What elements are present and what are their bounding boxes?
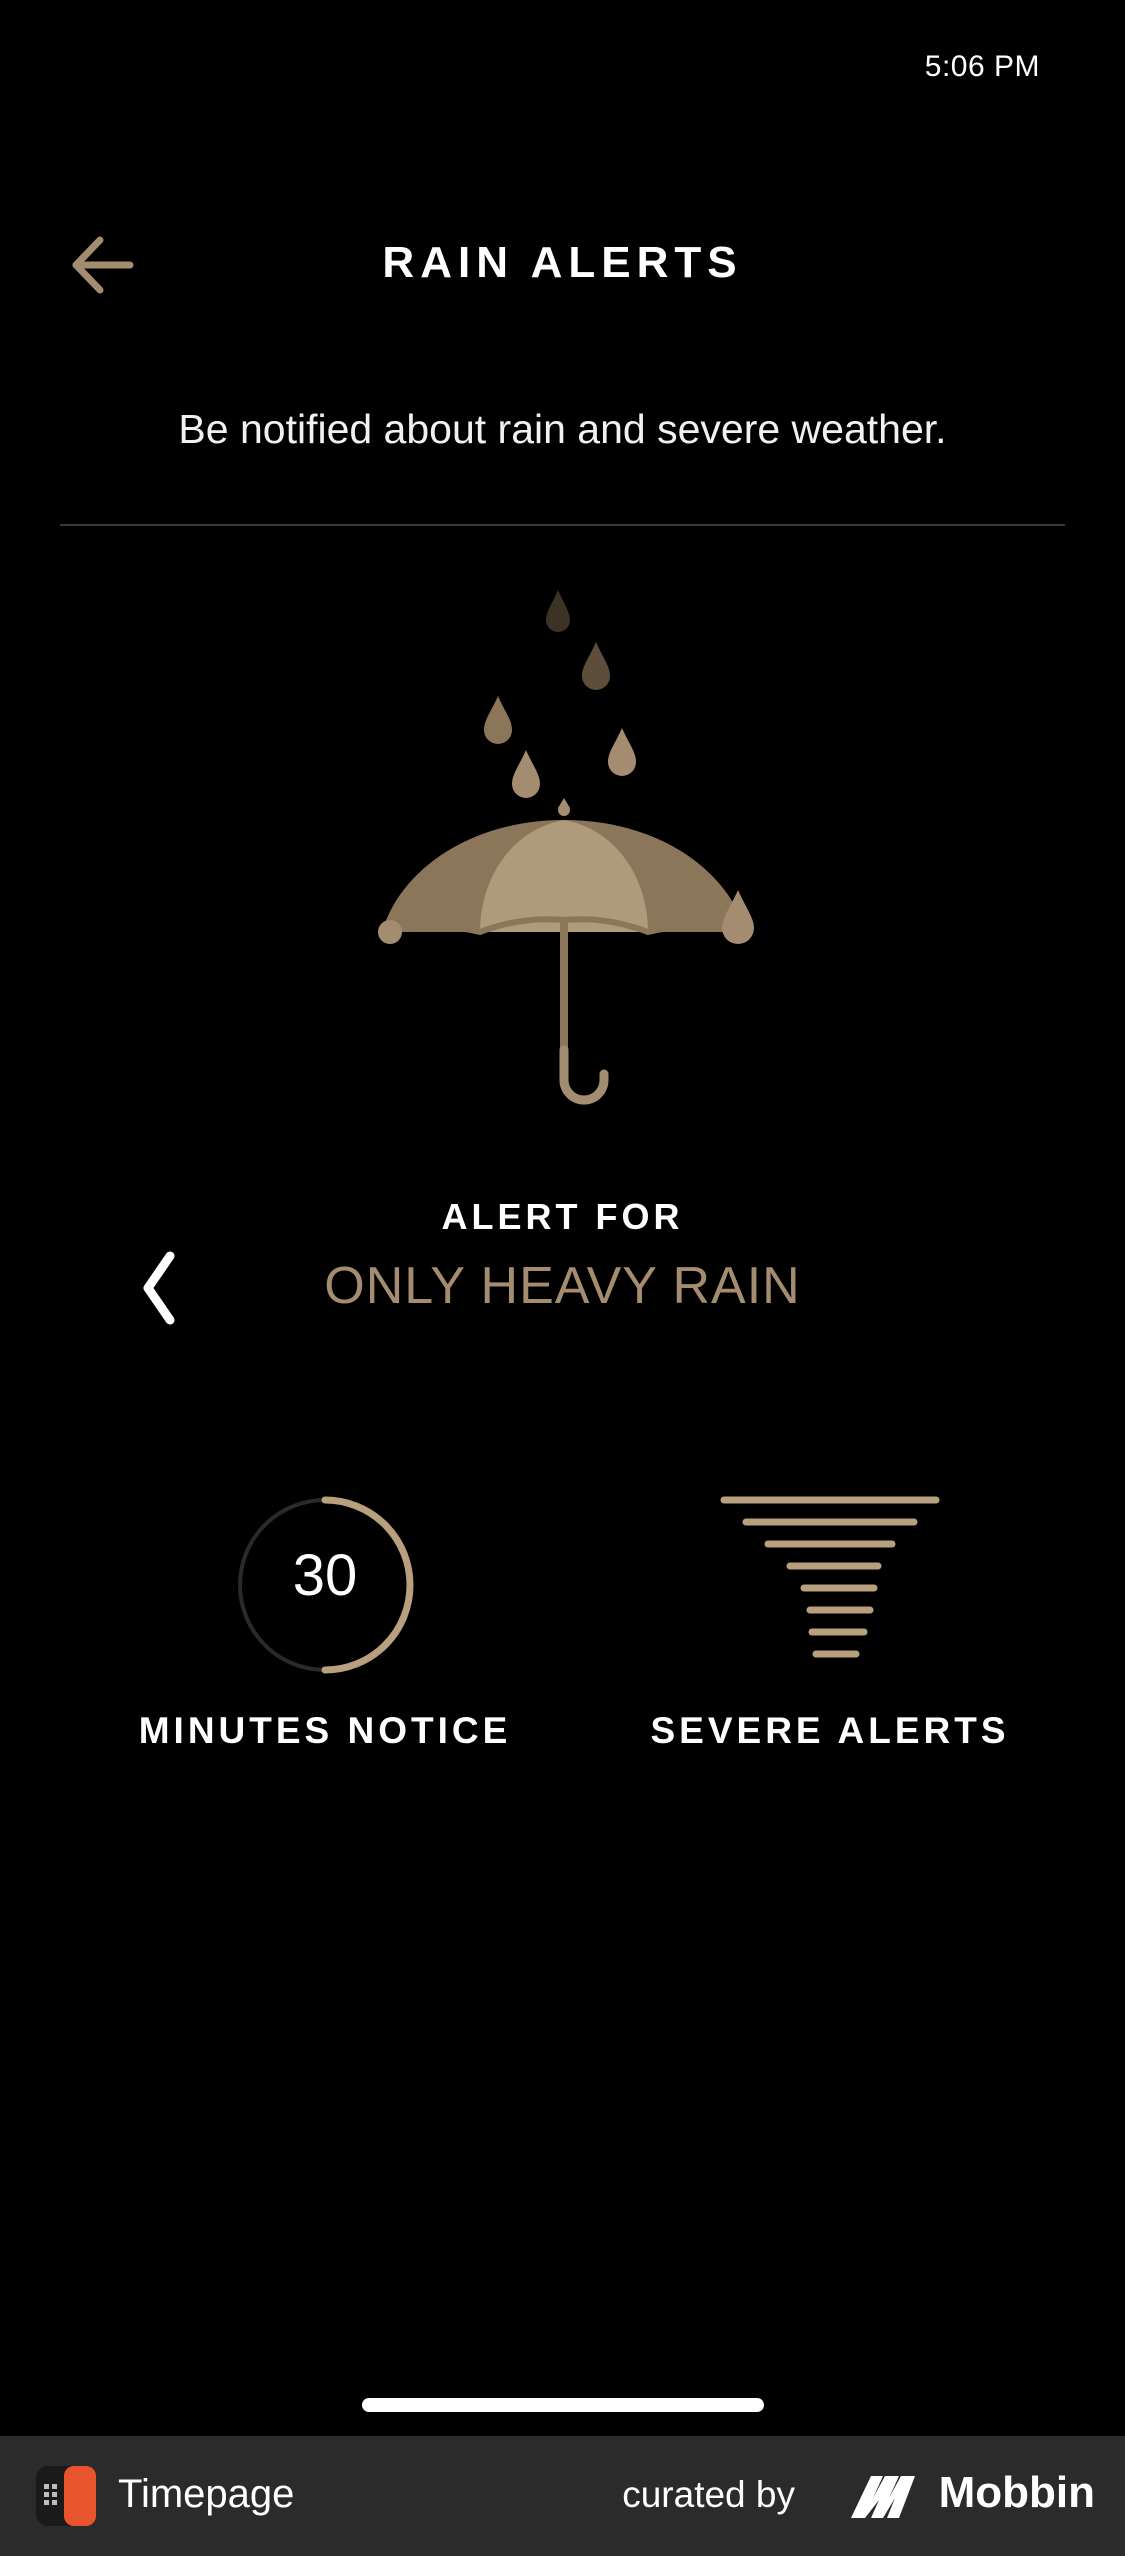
timepage-logo-icon — [36, 2466, 96, 2526]
minutes-notice-label: MINUTES NOTICE — [138, 1710, 512, 1751]
app-name: Timepage — [118, 2472, 295, 2516]
severe-alerts-label: SEVERE ALERTS — [650, 1710, 1010, 1751]
page-title: RAIN ALERTS — [382, 238, 743, 287]
divider — [60, 524, 1065, 526]
page-description: Be notified about rain and severe weathe… — [178, 406, 947, 452]
minutes-notice-control[interactable]: 30 MINUTES NOTICE — [120, 1480, 530, 1780]
status-time: 5:06 PM — [924, 50, 1040, 83]
curated-by-text: curated by — [622, 2474, 795, 2515]
minutes-value: 30 — [292, 1543, 358, 1608]
footer-bar: Timepage curated by Mobbin — [0, 2436, 1125, 2556]
mobbin-brand: Mobbin — [938, 2468, 1095, 2517]
severe-alerts-control[interactable]: SEVERE ALERTS — [620, 1480, 1040, 1780]
tornado-icon — [720, 1496, 940, 1658]
alert-for-value[interactable]: ONLY HEAVY RAIN — [0, 1256, 1125, 1316]
alert-for-label: ALERT FOR — [441, 1196, 684, 1237]
home-indicator — [362, 2398, 764, 2412]
umbrella-rain-icon — [378, 590, 754, 1105]
mobbin-logo-icon — [851, 2476, 915, 2518]
